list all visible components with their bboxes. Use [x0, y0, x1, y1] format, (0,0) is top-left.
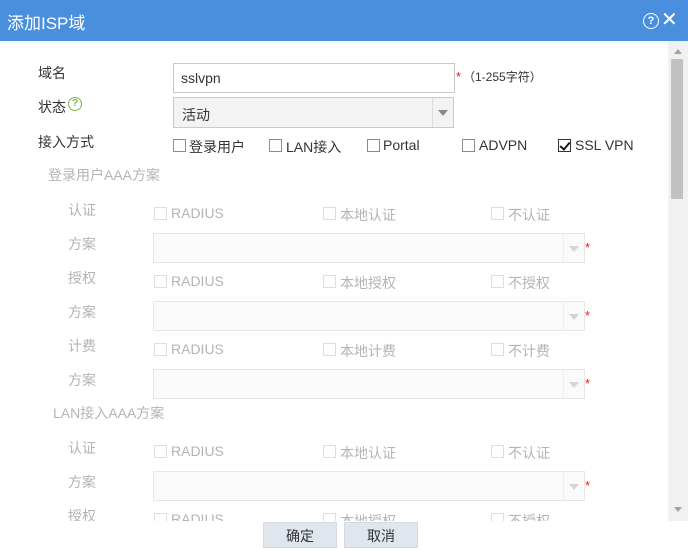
dialog-titlebar: 添加ISP域 ? ✕ — [0, 0, 688, 41]
login-acct-scheme-toggle[interactable] — [563, 370, 584, 398]
login-authn-local-checkbox[interactable] — [323, 207, 336, 220]
status-select[interactable]: 活动 — [173, 97, 454, 128]
access-mode-label: 接入方式 — [38, 134, 94, 150]
access-portal-checkbox[interactable] — [367, 139, 380, 152]
login-acct-label: 计费 — [68, 338, 96, 354]
access-lan-checkbox[interactable] — [269, 139, 282, 152]
chevron-down-icon — [569, 382, 579, 388]
login-authz-radius-checkbox[interactable] — [154, 275, 167, 288]
login-authn-label: 认证 — [68, 202, 96, 218]
login-acct-local-label: 本地计费 — [340, 343, 396, 359]
access-login-user-label: 登录用户 — [189, 139, 245, 155]
lan-authn-local-label: 本地认证 — [340, 445, 396, 461]
status-label: 状态 — [38, 99, 66, 115]
lan-authz-radius-checkbox[interactable] — [154, 513, 167, 521]
access-sslvpn-checkbox[interactable] — [558, 139, 571, 152]
chevron-down-icon — [438, 110, 448, 116]
login-authz-scheme-label: 方案 — [68, 304, 96, 320]
cancel-button[interactable]: 取消 — [344, 522, 418, 548]
lan-authz-local-label: 本地授权 — [340, 513, 396, 521]
lan-authn-none-label: 不认证 — [508, 445, 550, 461]
lan-authn-radius-checkbox[interactable] — [154, 445, 167, 458]
dialog-content: 域名 * （1-255字符） 状态 ? 活动 接入方式 登录用户 LAN接入 P… — [0, 41, 668, 521]
lan-authn-scheme-required-mark: * — [585, 478, 591, 493]
lan-authz-none-label: 不授权 — [508, 513, 550, 521]
login-authz-local-label: 本地授权 — [340, 275, 396, 291]
scrollbar-thumb[interactable] — [671, 59, 683, 199]
login-authz-none-label: 不授权 — [508, 275, 550, 291]
login-acct-scheme-label: 方案 — [68, 372, 96, 388]
login-authn-none-checkbox[interactable] — [491, 207, 504, 220]
lan-authn-scheme-label: 方案 — [68, 474, 96, 490]
login-authn-radius-checkbox[interactable] — [154, 207, 167, 220]
access-sslvpn-label: SSL VPN — [575, 137, 634, 153]
login-acct-radius-checkbox[interactable] — [154, 343, 167, 356]
lan-authn-local-checkbox[interactable] — [323, 445, 336, 458]
login-aaa-section-title: 登录用户AAA方案 — [48, 167, 161, 183]
login-authz-scheme-required-mark: * — [585, 308, 591, 323]
lan-aaa-section-title: LAN接入AAA方案 — [53, 405, 165, 421]
login-acct-radius-label: RADIUS — [171, 341, 224, 357]
login-acct-none-checkbox[interactable] — [491, 343, 504, 356]
login-authz-radius-label: RADIUS — [171, 273, 224, 289]
lan-authz-radius-label: RADIUS — [171, 511, 224, 521]
ok-button[interactable]: 确定 — [263, 522, 337, 548]
help-icon[interactable]: ? — [643, 13, 659, 29]
login-authz-local-checkbox[interactable] — [323, 275, 336, 288]
dialog-title: 添加ISP域 — [7, 14, 86, 33]
access-advpn-label: ADVPN — [479, 137, 528, 153]
scroll-up-icon[interactable] — [674, 49, 682, 54]
lan-authn-radius-label: RADIUS — [171, 443, 224, 459]
access-login-user-checkbox[interactable] — [173, 139, 186, 152]
login-authn-scheme-select[interactable] — [153, 233, 585, 263]
chevron-down-icon — [569, 314, 579, 320]
dialog-footer: 确定 取消 — [0, 521, 688, 551]
chevron-down-icon — [569, 484, 579, 490]
login-authn-local-label: 本地认证 — [340, 207, 396, 223]
vertical-scrollbar[interactable] — [668, 41, 688, 521]
login-authn-none-label: 不认证 — [508, 207, 550, 223]
domain-name-input[interactable] — [173, 63, 455, 93]
login-authz-none-checkbox[interactable] — [491, 275, 504, 288]
status-select-value: 活动 — [182, 107, 210, 123]
lan-authn-scheme-select[interactable] — [153, 471, 585, 501]
lan-authn-label: 认证 — [68, 440, 96, 456]
lan-authz-none-checkbox[interactable] — [491, 513, 504, 521]
domain-name-label: 域名 — [38, 65, 66, 81]
status-select-toggle[interactable] — [432, 98, 453, 127]
lan-authn-scheme-toggle[interactable] — [563, 472, 584, 500]
login-authz-label: 授权 — [68, 270, 96, 286]
login-acct-scheme-select[interactable] — [153, 369, 585, 399]
access-portal-label: Portal — [383, 137, 420, 153]
login-authn-scheme-required-mark: * — [585, 240, 591, 255]
lan-authz-local-checkbox[interactable] — [323, 513, 336, 521]
domain-name-required-mark: * — [456, 69, 462, 84]
lan-authz-label: 授权 — [68, 508, 96, 521]
login-authz-scheme-select[interactable] — [153, 301, 585, 331]
scroll-down-icon[interactable] — [674, 507, 682, 512]
lan-authn-none-checkbox[interactable] — [491, 445, 504, 458]
login-acct-local-checkbox[interactable] — [323, 343, 336, 356]
chevron-down-icon — [569, 246, 579, 252]
login-acct-none-label: 不计费 — [508, 343, 550, 359]
close-icon[interactable]: ✕ — [661, 10, 678, 30]
access-lan-label: LAN接入 — [286, 139, 342, 155]
status-help-icon[interactable]: ? — [68, 97, 82, 111]
login-authn-scheme-toggle[interactable] — [563, 234, 584, 262]
access-advpn-checkbox[interactable] — [462, 139, 475, 152]
login-acct-scheme-required-mark: * — [585, 376, 591, 391]
login-authn-scheme-label: 方案 — [68, 236, 96, 252]
login-authz-scheme-toggle[interactable] — [563, 302, 584, 330]
domain-name-hint: （1-255字符） — [463, 70, 542, 84]
login-authn-radius-label: RADIUS — [171, 205, 224, 221]
